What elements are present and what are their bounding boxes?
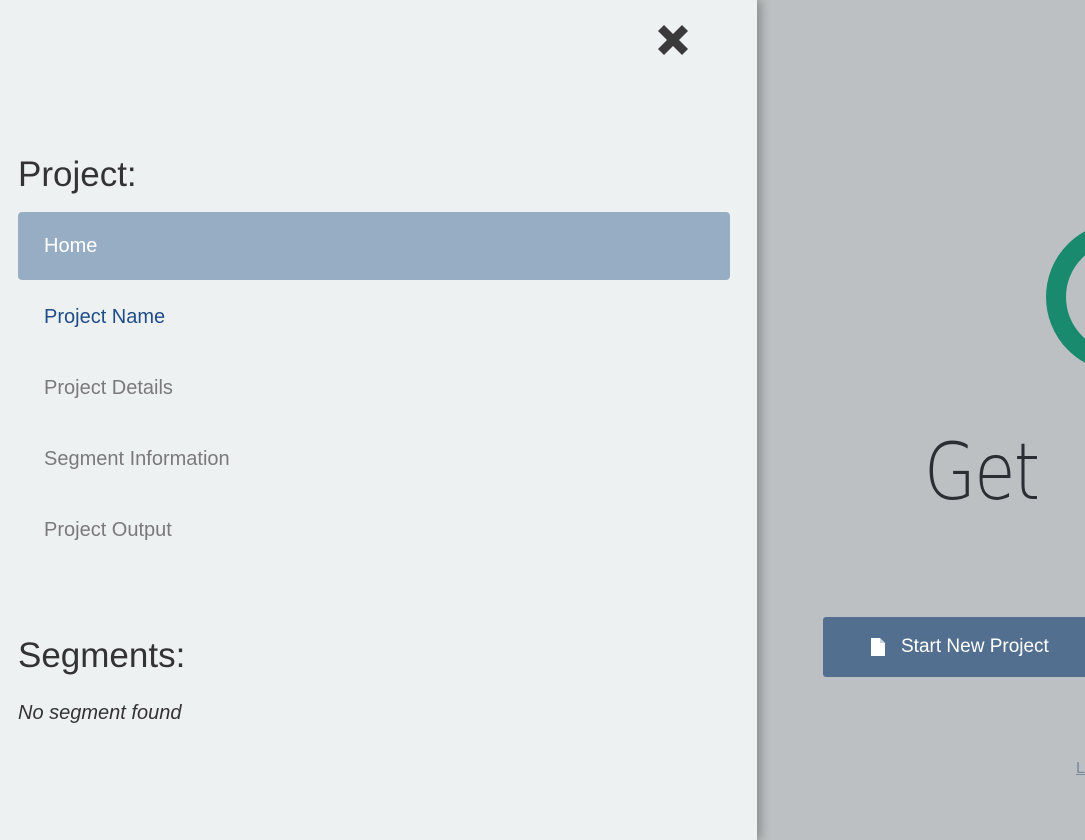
nav-item-home[interactable]: Home: [18, 212, 730, 280]
start-new-project-label: Start New Project: [901, 636, 1049, 657]
project-heading: Project:: [18, 155, 137, 194]
close-x-icon: [658, 25, 688, 55]
main-content: [757, 0, 1085, 840]
close-drawer-button[interactable]: [652, 22, 694, 62]
nav-item-project-name[interactable]: Project Name: [18, 283, 730, 351]
hero-heading: Get: [924, 428, 1040, 518]
nav-item-segment-information: Segment Information: [44, 447, 230, 470]
nav-item-project-details: Project Details: [44, 376, 173, 399]
start-new-project-button[interactable]: Start New Project: [823, 617, 1085, 677]
side-drawer: Project: Home Project Name Project Detai…: [0, 0, 757, 840]
background-link[interactable]: L: [1076, 760, 1085, 778]
file-icon: [871, 638, 885, 656]
segments-empty-message: No segment found: [18, 702, 182, 724]
project-nav: Home Project Name Project Details Segmen…: [18, 212, 730, 567]
nav-item-project-output: Project Output: [44, 518, 172, 541]
segments-heading: Segments:: [18, 636, 186, 675]
app-screen: Get Start New Project L Project: Home Pr…: [0, 0, 1085, 840]
